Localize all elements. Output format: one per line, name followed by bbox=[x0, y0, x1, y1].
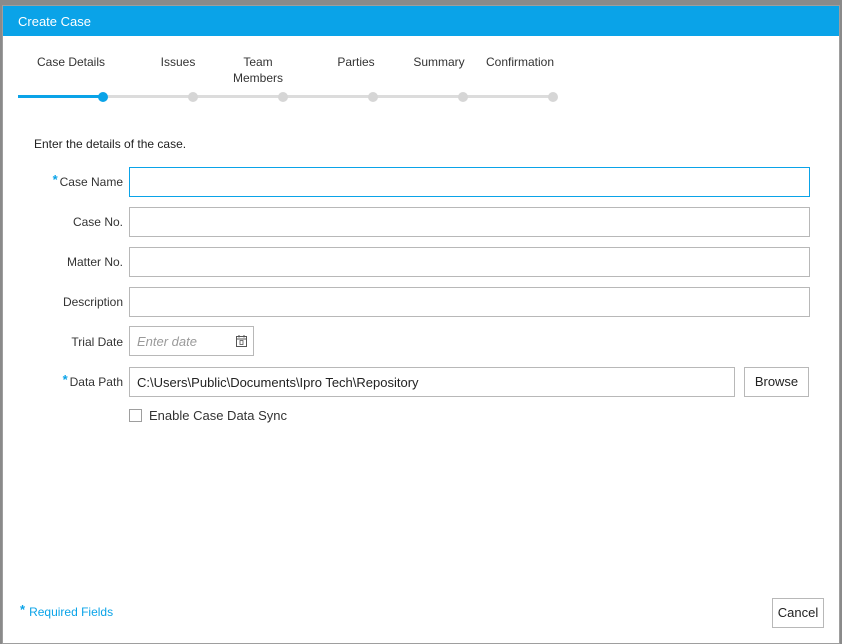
step-dot-summary bbox=[458, 92, 468, 102]
trial-date-picker bbox=[129, 326, 254, 356]
step-label-confirmation[interactable]: Confirmation bbox=[475, 54, 565, 70]
data-path-input[interactable] bbox=[129, 367, 735, 397]
form-intro: Enter the details of the case. bbox=[34, 137, 187, 151]
create-case-dialog: Create Case Case Details Issues Team Mem… bbox=[2, 5, 840, 644]
case-no-input[interactable] bbox=[129, 207, 810, 237]
step-dot-case-details bbox=[98, 92, 108, 102]
browse-button[interactable]: Browse bbox=[744, 367, 809, 397]
required-fields-note: * Required Fields bbox=[20, 602, 114, 619]
trial-date-label: Trial Date bbox=[71, 335, 123, 349]
step-label-case-details[interactable]: Case Details bbox=[23, 54, 119, 70]
data-path-label: Data Path bbox=[69, 375, 123, 389]
required-fields-text: Required Fields bbox=[29, 605, 114, 619]
step-dot-team-members bbox=[278, 92, 288, 102]
description-input[interactable] bbox=[129, 287, 810, 317]
step-label-parties[interactable]: Parties bbox=[316, 54, 396, 70]
case-name-label-row: * Case Name bbox=[3, 172, 123, 189]
required-marker: * bbox=[62, 372, 68, 387]
enable-sync-row[interactable]: Enable Case Data Sync bbox=[129, 408, 287, 423]
data-path-label-row: * Data Path bbox=[3, 372, 123, 389]
cancel-button[interactable]: Cancel bbox=[772, 598, 824, 628]
description-label: Description bbox=[62, 295, 123, 309]
enable-sync-label[interactable]: Enable Case Data Sync bbox=[149, 408, 287, 423]
step-dot-issues bbox=[188, 92, 198, 102]
step-dot-parties bbox=[368, 92, 378, 102]
required-marker: * bbox=[20, 602, 26, 617]
enable-sync-checkbox[interactable] bbox=[129, 409, 142, 422]
step-label-summary[interactable]: Summary bbox=[403, 54, 475, 70]
step-label-team-members[interactable]: Team Members bbox=[218, 54, 298, 86]
matter-no-input[interactable] bbox=[129, 247, 810, 277]
required-marker: * bbox=[52, 172, 58, 187]
stepper-progress-track bbox=[18, 95, 104, 98]
case-name-label: Case Name bbox=[59, 175, 123, 189]
stepper-remaining-track bbox=[104, 95, 554, 98]
calendar-icon[interactable] bbox=[236, 335, 247, 347]
step-dot-confirmation bbox=[548, 92, 558, 102]
dialog-title: Create Case bbox=[3, 6, 839, 36]
matter-no-label: Matter No. bbox=[66, 255, 123, 269]
step-label-issues[interactable]: Issues bbox=[143, 54, 213, 70]
case-name-input[interactable] bbox=[129, 167, 810, 197]
trial-date-input[interactable] bbox=[130, 327, 230, 355]
case-no-label: Case No. bbox=[72, 215, 123, 229]
